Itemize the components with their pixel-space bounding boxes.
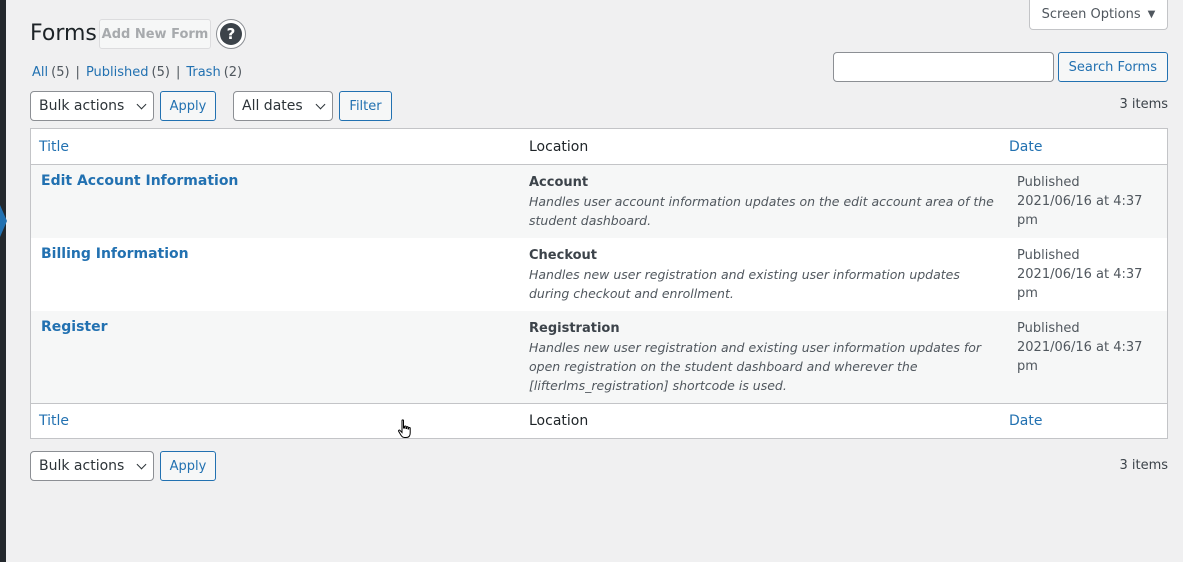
search-input[interactable]	[832, 52, 1054, 82]
filter-trash-count: (2)	[223, 65, 243, 80]
post-date: 2021/06/16 at 4:37 pm	[1017, 267, 1143, 301]
bulk-actions-value: Bulk actions	[39, 98, 125, 114]
location-description: Handles new user registration and existi…	[529, 340, 982, 393]
filter-trash-link[interactable]: Trash	[186, 65, 220, 80]
date-column-sort[interactable]: Date	[1009, 139, 1042, 155]
screen-options-button[interactable]: Screen Options ▼	[1029, 0, 1168, 30]
dates-value: All dates	[242, 98, 303, 114]
filter-separator: |	[175, 65, 181, 80]
bulk-actions-select[interactable]: Bulk actions	[30, 91, 154, 121]
dates-select[interactable]: All dates	[233, 91, 333, 121]
add-new-form-button[interactable]: Add New Form	[99, 19, 211, 49]
location-column-header: Location	[529, 138, 589, 155]
table-footer: Title Location Date	[31, 403, 1167, 438]
post-status: Published	[1017, 175, 1080, 190]
title-column-sort[interactable]: Title	[39, 139, 69, 155]
filter-published-count: (5)	[151, 65, 170, 80]
apply-button[interactable]: Apply	[160, 91, 216, 121]
table-row: Register Registration Handles new user r…	[31, 311, 1167, 403]
screen-options-label: Screen Options	[1041, 7, 1141, 22]
filter-all-link[interactable]: All	[32, 65, 48, 80]
caret-down-icon: ▼	[1147, 9, 1156, 20]
table-row: Billing Information Checkout Handles new…	[31, 238, 1167, 311]
status-filter-links: All (5) | Published (5) | Trash (2)	[32, 65, 242, 80]
form-title-link[interactable]: Billing Information	[41, 246, 189, 262]
form-title-link[interactable]: Edit Account Information	[41, 173, 238, 189]
chevron-down-icon	[315, 99, 326, 109]
items-count-top: 3 items	[1119, 97, 1168, 112]
location-name: Account	[529, 175, 589, 190]
current-menu-arrow-icon	[0, 205, 7, 237]
location-name: Registration	[529, 321, 620, 336]
question-mark-icon: ?	[220, 23, 242, 45]
forms-table: Title Location Date Edit Account Informa…	[30, 128, 1168, 439]
post-date: 2021/06/16 at 4:37 pm	[1017, 194, 1143, 228]
location-column-footer: Location	[529, 413, 589, 429]
tablenav-bottom: Bulk actions Apply	[30, 451, 216, 481]
location-name: Checkout	[529, 248, 598, 263]
help-button[interactable]: ?	[216, 19, 246, 49]
admin-sidebar-edge	[0, 0, 6, 562]
date-column-sort-footer[interactable]: Date	[1009, 413, 1042, 429]
post-status: Published	[1017, 321, 1080, 336]
bulk-actions-select-bottom[interactable]: Bulk actions	[30, 451, 154, 481]
title-column-sort-footer[interactable]: Title	[39, 413, 69, 429]
form-title-link[interactable]: Register	[41, 319, 108, 335]
bulk-actions-value: Bulk actions	[39, 458, 125, 474]
post-date: 2021/06/16 at 4:37 pm	[1017, 340, 1143, 374]
filter-published-link[interactable]: Published	[86, 65, 149, 80]
items-count-bottom: 3 items	[1119, 458, 1168, 473]
page-title: Forms	[30, 21, 97, 46]
hand-pointer-cursor-icon	[398, 419, 411, 438]
chevron-down-icon	[136, 459, 147, 469]
filter-button[interactable]: Filter	[339, 91, 392, 121]
location-description: Handles new user registration and existi…	[529, 267, 960, 301]
search-forms-button[interactable]: Search Forms	[1057, 52, 1168, 82]
search-box: Search Forms	[832, 52, 1168, 82]
table-header: Title Location Date	[31, 129, 1167, 165]
apply-button-bottom[interactable]: Apply	[160, 451, 216, 481]
table-row: Edit Account Information Account Handles…	[31, 165, 1167, 238]
filter-all-count: (5)	[51, 65, 70, 80]
chevron-down-icon	[136, 99, 147, 109]
location-description: Handles user account information updates…	[529, 194, 994, 228]
filter-separator: |	[75, 65, 80, 80]
post-status: Published	[1017, 248, 1080, 263]
tablenav-top: Bulk actions Apply All dates Filter	[30, 91, 392, 121]
